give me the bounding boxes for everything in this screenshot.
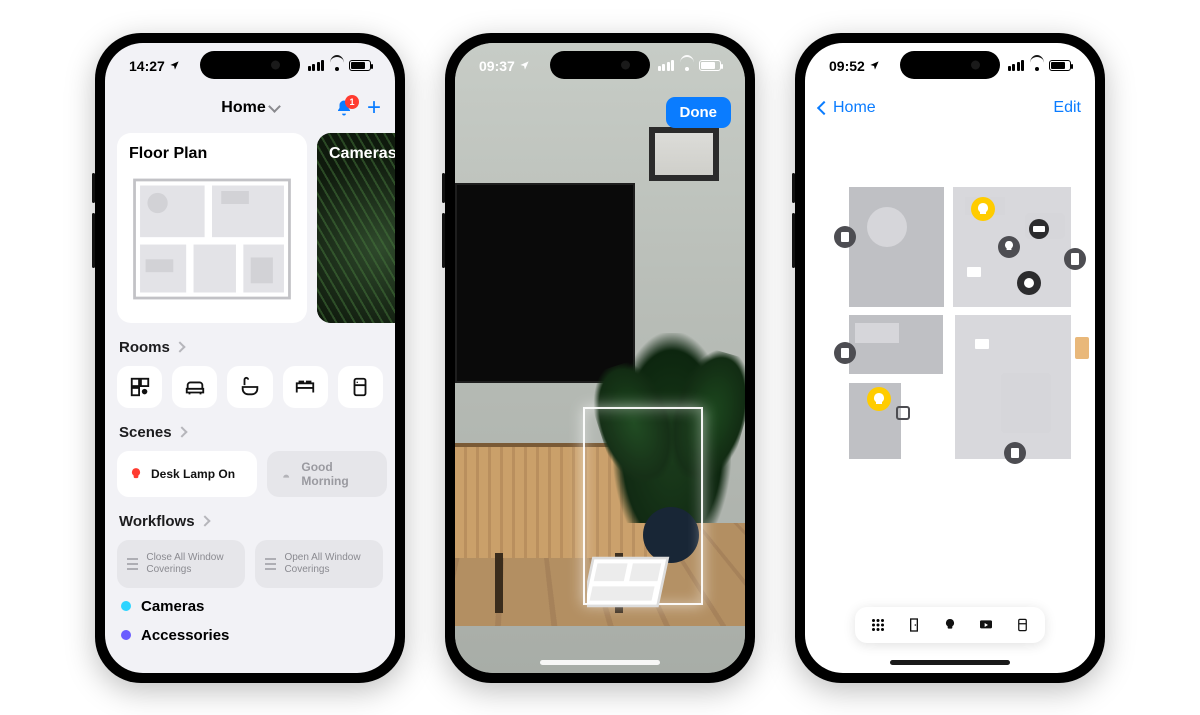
tv-object [455,183,635,383]
cellular-icon [658,60,675,71]
back-button[interactable]: Home [819,99,876,117]
tool-door[interactable] [905,616,923,634]
chevron-right-icon [199,515,210,526]
notification-badge: 1 [345,95,359,109]
done-button[interactable]: Done [666,97,732,128]
device-marker-light[interactable] [867,387,891,411]
scene-label: Good Morning [301,460,375,488]
room-tile-bedroom[interactable] [283,366,328,408]
cameras-card[interactable]: Cameras [317,133,395,323]
scenes-label: Scenes [119,424,172,441]
floor-plan-toolbar [855,607,1045,643]
edit-label: Edit [1053,99,1081,116]
edit-button[interactable]: Edit [1053,99,1081,117]
accessory-dot-icon [121,630,131,640]
workflows-header[interactable]: Workflows [117,513,383,530]
battery-icon [699,60,721,71]
dynamic-island [550,51,650,79]
status-time: 14:27 [129,58,165,74]
scenes-header[interactable]: Scenes [117,424,383,441]
phone-ar-scan: 09:37 Done [445,33,755,683]
location-arrow-icon [169,58,180,74]
cellular-icon [1008,60,1025,71]
home-indicator[interactable] [540,660,660,665]
blinds-icon [265,558,276,570]
battery-icon [349,60,371,71]
ar-mini-floorplan [587,551,677,613]
tool-appliance[interactable] [1013,616,1031,634]
floor-plan-view[interactable] [825,163,1095,483]
blinds-icon [127,558,138,570]
back-label: Home [833,99,876,117]
cellular-icon [308,60,325,71]
ar-camera-view [455,43,745,673]
cameras-row-label: Cameras [141,598,204,615]
dynamic-island [900,51,1000,79]
device-marker[interactable] [834,342,856,364]
floor-plan-card[interactable]: Floor Plan [117,133,307,323]
battery-icon [1049,60,1071,71]
workflow-label: Close All Window Coverings [146,552,235,575]
device-marker[interactable] [1075,337,1089,359]
device-marker-light[interactable] [971,197,995,221]
bulb-icon [129,467,143,481]
rooms-label: Rooms [119,339,170,356]
workflow-open-coverings[interactable]: Open All Window Coverings [255,540,383,588]
room-tile-floorplan[interactable] [117,366,162,408]
status-time: 09:37 [479,58,515,74]
picture-frame [649,127,719,181]
home-dropdown[interactable]: Home [221,99,278,117]
camera-dot-icon [121,601,131,611]
nav-bar: Home Edit [805,89,1095,127]
device-marker[interactable] [1029,219,1049,239]
workflows-label: Workflows [119,513,195,530]
page-title: Home [221,99,265,117]
nav-bar: Home 1 + [105,89,395,127]
dynamic-island [200,51,300,79]
chevron-left-icon [817,100,831,114]
cameras-title: Cameras [329,145,395,163]
device-marker[interactable] [1064,248,1086,270]
accessories-row[interactable]: Accessories [117,625,383,654]
room-tile-kitchen[interactable] [338,366,383,408]
cameras-row[interactable]: Cameras [117,588,383,625]
tool-light[interactable] [941,616,959,634]
device-marker[interactable] [834,226,856,248]
room-tile-living[interactable] [172,366,217,408]
scene-desk-lamp-on[interactable]: Desk Lamp On [117,451,257,497]
status-time: 09:52 [829,58,865,74]
wifi-icon [679,60,694,71]
location-arrow-icon [519,58,530,74]
scene-good-morning[interactable]: Good Morning [267,451,387,497]
room-tile-bathroom[interactable] [227,366,272,408]
wifi-icon [329,60,344,71]
done-label: Done [680,104,718,121]
wifi-icon [1029,60,1044,71]
workflow-label: Open All Window Coverings [284,552,373,575]
notifications-button[interactable]: 1 [335,99,353,117]
tool-screen[interactable] [977,616,995,634]
phone-home-overview: 14:27 Home 1 + [95,33,405,683]
tool-grid[interactable] [869,616,887,634]
phone-floor-plan: 09:52 Home Edit [795,33,1105,683]
accessories-row-label: Accessories [141,627,229,644]
home-indicator[interactable] [890,660,1010,665]
location-arrow-icon [869,58,880,74]
floor-plan-title: Floor Plan [129,145,295,163]
add-button[interactable]: + [367,96,381,120]
device-marker[interactable] [1004,442,1026,464]
floor-plan-thumbnail [129,169,295,309]
sunrise-icon [279,466,293,482]
scene-label: Desk Lamp On [151,467,235,481]
chevron-right-icon [174,341,185,352]
chevron-down-icon [268,100,281,113]
device-marker[interactable] [1017,271,1041,295]
rooms-header[interactable]: Rooms [117,339,383,356]
chevron-right-icon [176,426,187,437]
device-marker[interactable] [998,236,1020,258]
workflow-close-coverings[interactable]: Close All Window Coverings [117,540,245,588]
